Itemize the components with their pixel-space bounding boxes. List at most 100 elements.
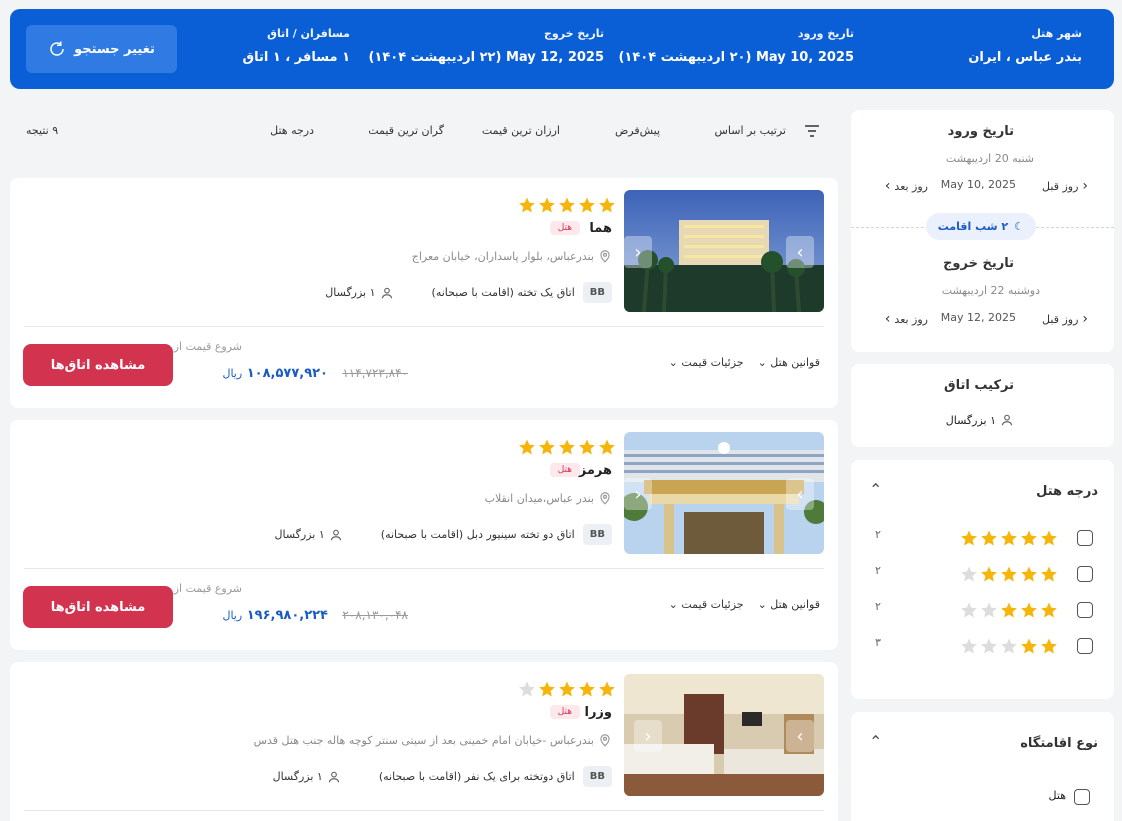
- hotel-photo[interactable]: ‹ ›: [624, 190, 824, 312]
- photo-prev-arrow[interactable]: ‹: [634, 720, 662, 752]
- star-filled-icon: [558, 438, 576, 456]
- rating-checkbox[interactable]: [1077, 602, 1093, 618]
- view-rooms-button[interactable]: مشاهده اتاق‌ها: [23, 344, 173, 386]
- room-guests: ۱ بزرگسال: [273, 770, 341, 784]
- rating-checkbox[interactable]: [1077, 566, 1093, 582]
- hotel-name[interactable]: وزرا: [584, 705, 612, 720]
- star-empty-icon: [980, 637, 998, 655]
- room-composition-panel[interactable]: ترکیب اتاق ۱ بزرگسال: [851, 364, 1114, 447]
- chevron-up-icon[interactable]: ⌃: [869, 480, 882, 499]
- change-search-label: تغییر جستجو: [74, 41, 155, 57]
- room-info: BB اتاق یک تخته (اقامت با صبحانه) ۱ بزرگ…: [325, 282, 612, 303]
- moon-icon: ☾: [1014, 220, 1024, 233]
- star-filled-icon: [1020, 565, 1038, 583]
- chevron-right-icon: ‹: [1082, 178, 1088, 194]
- person-icon: [1001, 414, 1013, 426]
- refresh-icon: [50, 41, 64, 56]
- hotel-address-text: بندر عباس،میدان انقلاب: [484, 491, 594, 505]
- hotel-name[interactable]: هرمز: [579, 463, 612, 478]
- current-price: ۱۹۶,۹۸۰,۲۲۴ ریال: [222, 608, 328, 623]
- rating-count: ۲: [875, 600, 881, 613]
- star-filled-icon: [578, 438, 596, 456]
- chevron-down-icon: ⌄: [757, 356, 767, 369]
- room-value-label: ۱ بزرگسال: [945, 413, 996, 427]
- checkout-field[interactable]: تاریخ خروج May 12, 2025 (۲۲ اردیبهشت ۱۴۰…: [368, 27, 604, 65]
- hotel-name[interactable]: هما: [589, 221, 612, 236]
- photo-next-arrow[interactable]: ›: [786, 236, 814, 268]
- room-type: اتاق یک تخته (اقامت با صبحانه): [431, 286, 575, 299]
- sort-most-expensive[interactable]: گران ترین قیمت: [368, 124, 444, 137]
- checkout-prev-day[interactable]: ‹ روز قبل: [1042, 311, 1088, 327]
- hotel-type-badge: هتل: [549, 705, 580, 719]
- hotel-photo[interactable]: ‹ ›: [624, 432, 824, 554]
- type-hotel-checkbox[interactable]: [1074, 789, 1090, 805]
- hotel-type-badge: هتل: [549, 221, 580, 235]
- chevron-down-icon: ⌄: [757, 598, 767, 611]
- checkout-next-day[interactable]: روز بعد ›: [885, 311, 928, 327]
- hotel-address-text: بندرعباس -خیابان امام خمینی بعد از سیتی …: [253, 733, 594, 747]
- checkout-value: May 12, 2025 (۲۲ اردیبهشت ۱۴۰۴): [368, 50, 604, 65]
- price-details-label: جزئیات قیمت: [681, 356, 744, 369]
- photo-prev-arrow[interactable]: ‹: [624, 236, 652, 268]
- hotel-type-badge: هتل: [549, 463, 580, 477]
- guests-field[interactable]: مسافران / اتاق ۱ مسافر ، ۱ اتاق: [242, 27, 350, 65]
- photo-next-arrow[interactable]: ›: [786, 720, 814, 752]
- star-filled-icon: [1040, 529, 1058, 547]
- photo-prev-arrow[interactable]: ‹: [624, 478, 652, 510]
- star-filled-icon: [598, 438, 616, 456]
- rating-checkbox[interactable]: [1077, 638, 1093, 654]
- checkin-prev-day[interactable]: ‹ روز قبل: [1042, 178, 1088, 194]
- hotel-rules-link[interactable]: قوانین هتل ⌄: [758, 598, 820, 611]
- rating-stars: [960, 565, 1058, 583]
- sort-cheapest[interactable]: ارزان ترین قیمت: [482, 124, 560, 137]
- checkout-title: تاریخ خروج: [943, 256, 1014, 271]
- location-pin-icon: [600, 734, 610, 747]
- guests-label: ۱ بزرگسال: [325, 286, 376, 299]
- card-links: قوانین هتل ⌄ جزئیات قیمت ⌄: [669, 356, 820, 369]
- city-value: بندر عباس ، ایران: [968, 50, 1082, 65]
- sort-rating[interactable]: درجه هتل: [270, 124, 314, 137]
- chevron-down-icon: ⌄: [668, 598, 678, 611]
- currency: ریال: [222, 367, 243, 380]
- rating-count: ۳: [875, 636, 881, 649]
- star-filled-icon: [538, 438, 556, 456]
- hotel-rules-label: قوانین هتل: [770, 356, 820, 369]
- hotel-card: ‹ › هرمز هتل بندر عباس،میدان انقلاب BB ا…: [10, 420, 838, 650]
- card-links: قوانین هتل ⌄ جزئیات قیمت ⌄: [669, 598, 820, 611]
- prev-day-label: روز قبل: [1042, 312, 1079, 326]
- hotel-stars: [518, 680, 616, 698]
- hotel-address: بندرعباس، بلوار پاسداران، خیابان معراج: [412, 249, 612, 263]
- hotel-photo[interactable]: ‹ ›: [624, 674, 824, 796]
- checkin-next-day[interactable]: روز بعد ›: [885, 178, 928, 194]
- price-details-link[interactable]: جزئیات قیمت ⌄: [669, 598, 744, 611]
- checkin-field[interactable]: تاریخ ورود May 10, 2025 (۲۰ اردیبهشت ۱۴۰…: [618, 27, 854, 65]
- price-value: ۱۰۸,۵۷۷,۹۲۰: [246, 366, 328, 381]
- star-filled-icon: [538, 680, 556, 698]
- hotel-rules-link[interactable]: قوانین هتل ⌄: [758, 356, 820, 369]
- checkin-date: May 10, 2025: [940, 178, 1016, 191]
- board-badge: BB: [582, 766, 612, 787]
- city-field[interactable]: شهر هتل بندر عباس ، ایران: [968, 27, 1082, 65]
- price-details-link[interactable]: جزئیات قیمت ⌄: [669, 356, 744, 369]
- star-filled-icon: [1040, 601, 1058, 619]
- photo-next-arrow[interactable]: ›: [786, 478, 814, 510]
- star-filled-icon: [578, 196, 596, 214]
- sort-bar: ترتیب بر اساس پیش‌فرض ارزان ترین قیمت گر…: [10, 110, 838, 150]
- board-badge: BB: [582, 282, 612, 303]
- old-price: ۱۱۴,۷۲۳,۸۴۰: [342, 366, 408, 380]
- view-rooms-button[interactable]: مشاهده اتاق‌ها: [23, 586, 173, 628]
- divider: [24, 810, 824, 811]
- hotel-card: ‹ › وزرا هتل بندرعباس -خیابان امام خمینی…: [10, 662, 838, 821]
- old-price: ۲۰۸,۱۳۰,۰۴۸: [342, 608, 408, 622]
- price-from-label: شروع قیمت از: [173, 582, 242, 595]
- star-filled-icon: [1020, 601, 1038, 619]
- guests-label: ۱ بزرگسال: [272, 770, 323, 783]
- chevron-up-icon[interactable]: ⌃: [869, 732, 882, 751]
- hotel-address: بندرعباس -خیابان امام خمینی بعد از سیتی …: [254, 733, 612, 747]
- rating-checkbox[interactable]: [1077, 530, 1093, 546]
- sort-default[interactable]: پیش‌فرض: [615, 124, 660, 137]
- star-filled-icon: [598, 196, 616, 214]
- divider: [24, 326, 824, 327]
- change-search-button[interactable]: تغییر جستجو: [26, 25, 177, 73]
- location-pin-icon: [600, 250, 610, 263]
